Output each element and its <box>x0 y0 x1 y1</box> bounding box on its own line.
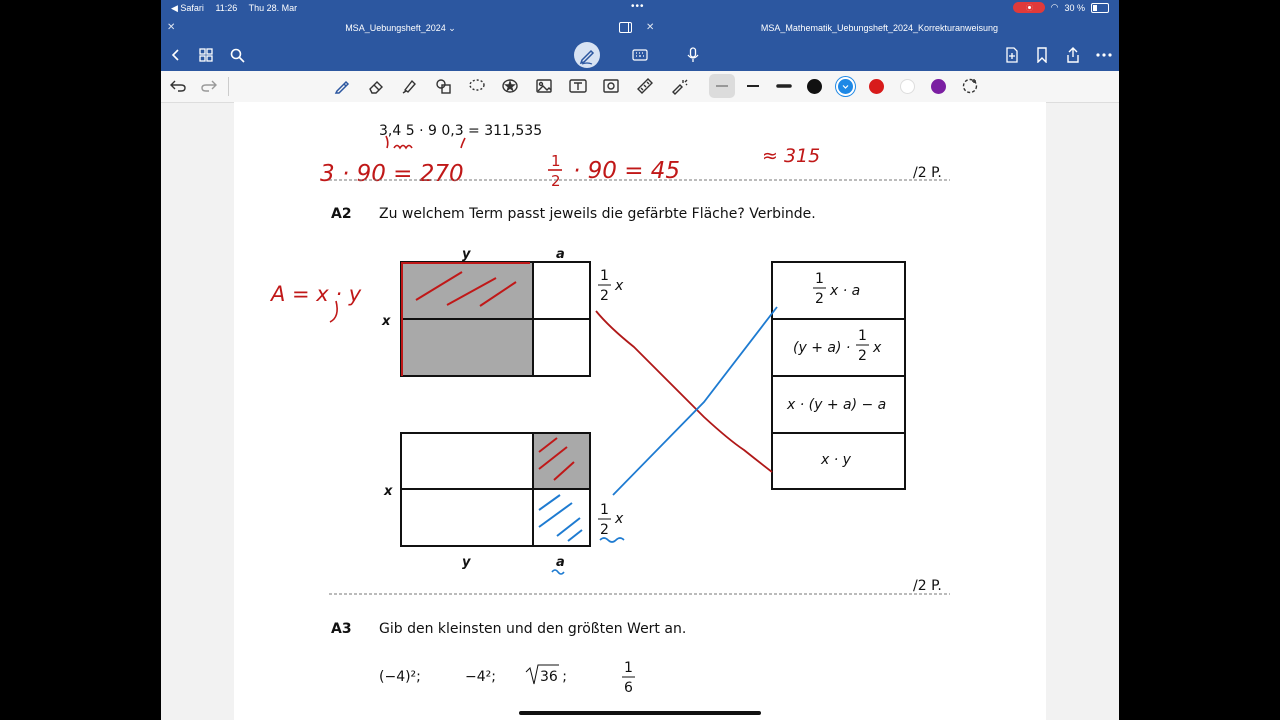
handwritten-half-num: 1 <box>551 152 561 170</box>
shaded-area-2 <box>533 433 590 489</box>
annotate-mode-button[interactable] <box>574 42 600 68</box>
fraction-num: 1 <box>815 271 824 287</box>
pdf-page[interactable]: 3,4 5 · 9 0,3 = 311,535 3 · 90 = 270 1 2… <box>234 102 1046 720</box>
blue-underline <box>599 537 625 543</box>
battery-icon <box>1091 2 1109 13</box>
red-connection-line <box>595 310 773 473</box>
eraser-icon[interactable] <box>364 75 388 97</box>
ipad-screen: ◀ Safari 11:26 Thu 28. Mar ••• ◠ 30 % ✕ … <box>161 0 1119 720</box>
fraction-den: 2 <box>600 522 609 538</box>
label-a: a <box>556 555 565 570</box>
fraction-den: 2 <box>858 348 867 364</box>
text-box-icon[interactable] <box>566 75 590 97</box>
a3-value-2: −4²; <box>465 669 496 685</box>
handwritten-estimate: ≈ 315 <box>762 145 820 167</box>
screenshot-icon[interactable] <box>599 75 623 97</box>
label-a: a <box>556 247 565 262</box>
home-indicator[interactable] <box>519 711 761 715</box>
highlighter-icon[interactable] <box>397 75 421 97</box>
term-text: x · a <box>829 283 860 299</box>
battery-percent: 30 % <box>1064 2 1085 13</box>
back-chevron-icon[interactable] <box>164 43 188 67</box>
task-question-a3: Gib den kleinsten und den größten Wert a… <box>379 621 686 637</box>
fraction-var-x: x <box>614 511 624 527</box>
status-bar: ◀ Safari 11:26 Thu 28. Mar ••• ◠ 30 % <box>161 0 1119 17</box>
a3-value-4-num: 1 <box>624 660 633 676</box>
color-swatch-black[interactable] <box>807 79 822 94</box>
tab-uebungsheft[interactable]: ✕ MSA_Uebungsheft_2024 ⌄ <box>161 17 640 39</box>
task-number-a2: A2 <box>331 206 352 222</box>
color-swatch-purple[interactable] <box>931 79 946 94</box>
fraction-var-x: x <box>614 278 624 294</box>
status-time: 11:26 <box>215 3 238 13</box>
blue-connection-line <box>612 306 778 496</box>
color-swatch-white[interactable] <box>900 79 915 94</box>
blue-annotation-figure-2 <box>538 494 583 542</box>
points-label: /2 P. <box>913 578 942 594</box>
term-cell-3[interactable]: x · (y + a) − a <box>786 397 886 413</box>
search-icon[interactable] <box>225 43 249 67</box>
fraction-num: 1 <box>600 502 609 518</box>
stroke-thick-button[interactable] <box>772 75 796 97</box>
microphone-icon[interactable] <box>681 43 705 67</box>
undo-icon[interactable] <box>166 75 190 97</box>
thumbnails-grid-icon[interactable] <box>194 43 218 67</box>
a3-value-4-den: 6 <box>624 680 633 696</box>
handwritten-calc-1: 3 · 90 = 270 <box>320 161 464 187</box>
ruler-icon[interactable] <box>633 75 657 97</box>
split-view-icon[interactable] <box>619 22 632 33</box>
label-y: y <box>462 247 471 262</box>
chevron-down-icon <box>842 85 849 89</box>
pencil-icon <box>579 49 595 65</box>
multitasking-dots-icon[interactable]: ••• <box>631 1 645 12</box>
status-date: Thu 28. Mar <box>248 3 298 13</box>
task-number-a3: A3 <box>331 621 352 637</box>
pen-tool-icon[interactable] <box>330 75 354 97</box>
term-cell-4[interactable]: x · y <box>820 452 852 468</box>
tab-korrekturanweisung[interactable]: ✕ MSA_Mathematik_Uebungsheft_2024_Korrek… <box>640 17 1119 39</box>
add-color-icon[interactable] <box>958 75 982 97</box>
share-icon[interactable] <box>1061 43 1085 67</box>
fraction-num: 1 <box>600 268 609 284</box>
more-options-icon[interactable] <box>1092 43 1116 67</box>
document-tab-bar: ✕ MSA_Uebungsheft_2024 ⌄ ✕ MSA_Mathemati… <box>161 17 1119 39</box>
fraction-den: 2 <box>815 291 824 307</box>
sticker-icon[interactable] <box>498 75 522 97</box>
fraction-num: 1 <box>858 328 867 344</box>
color-swatch-red[interactable] <box>869 79 884 94</box>
term-text: (y + a) · <box>793 340 850 356</box>
a3-value-1: (−4)²; <box>379 669 421 685</box>
blue-underline <box>551 569 565 575</box>
calculation-line: 3,4 5 · 9 0,3 = 311,535 <box>379 123 542 139</box>
handwritten-area-formula: A = x · y <box>269 282 362 306</box>
tab-title: MSA_Mathematik_Uebungsheft_2024_Korrektu… <box>760 23 999 33</box>
laser-pointer-icon[interactable] <box>667 75 691 97</box>
image-icon[interactable] <box>532 75 556 97</box>
label-x: x <box>383 484 393 499</box>
color-swatch-blue-selected[interactable] <box>838 79 853 94</box>
a3-value-3: 36 ; <box>540 669 567 685</box>
toolbar-divider <box>228 77 229 96</box>
lasso-icon[interactable] <box>465 75 489 97</box>
navigation-bar <box>161 39 1119 71</box>
stroke-thin-button[interactable] <box>709 74 735 98</box>
redo-icon[interactable] <box>197 75 221 97</box>
shapes-icon[interactable] <box>431 75 455 97</box>
label-x: x <box>381 314 391 329</box>
term-text: x <box>872 340 882 356</box>
label-y: y <box>462 555 471 570</box>
add-page-icon[interactable] <box>1000 43 1024 67</box>
task-question-a2: Zu welchem Term passt jeweils die gefärb… <box>379 206 816 222</box>
handwritten-half-den: 2 <box>551 172 561 190</box>
bookmark-icon[interactable] <box>1030 43 1054 67</box>
fraction-den: 2 <box>600 288 609 304</box>
wifi-icon: ◠ <box>1050 2 1059 12</box>
stroke-medium-button[interactable] <box>741 75 765 97</box>
keyboard-icon[interactable] <box>628 43 652 67</box>
annotation-toolbar <box>161 71 1119 103</box>
screen-recording-icon[interactable] <box>1012 2 1045 13</box>
back-to-app-link[interactable]: ◀ Safari <box>171 3 204 13</box>
tab-title: MSA_Uebungsheft_2024 ⌄ <box>345 23 456 33</box>
points-label: /2 P. <box>913 165 942 181</box>
